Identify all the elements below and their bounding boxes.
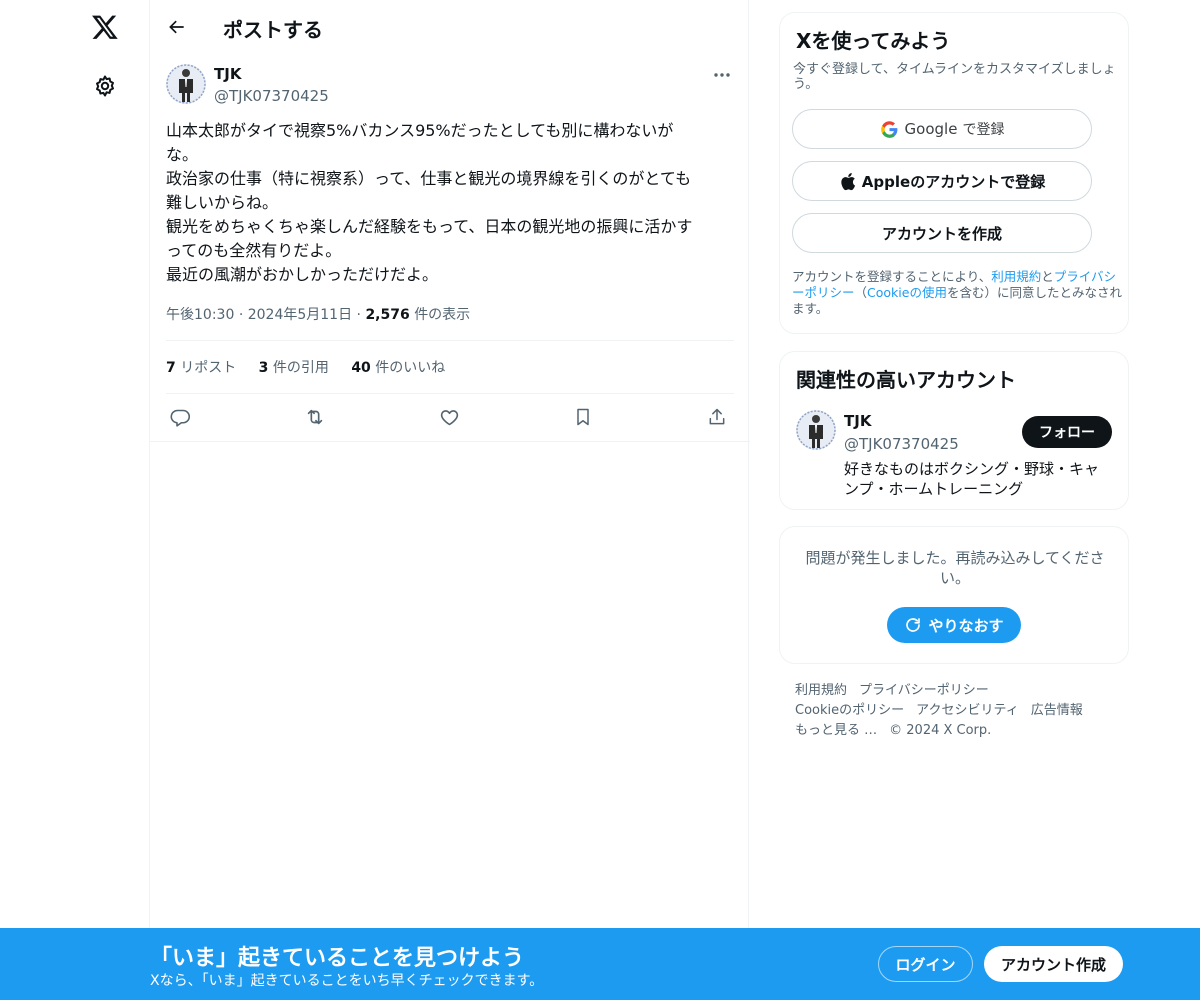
quotes-stat[interactable]: 3 件の引用 <box>259 360 329 376</box>
divider <box>166 340 734 341</box>
signup-card: Xを使ってみよう 今すぐ登録して、タイムラインをカスタマイズしましょう。 Goo… <box>779 12 1129 334</box>
create-account-button[interactable]: アカウントを作成 <box>792 213 1092 253</box>
terms-text: アカウントを登録することにより、 <box>792 269 992 284</box>
x-logo-icon[interactable] <box>88 10 122 44</box>
footer-link-accessibility[interactable]: アクセシビリティ <box>916 703 1019 718</box>
copyright: © 2024 X Corp. <box>889 723 992 738</box>
back-arrow-icon[interactable] <box>164 14 190 40</box>
reply-icon[interactable] <box>166 403 194 431</box>
footer-link-ads[interactable]: 広告情報 <box>1031 703 1083 718</box>
related-accounts-card: 関連性の高いアカウント TJK @TJK07370425 好きなものはボクシング… <box>779 351 1129 510</box>
post-text-line: 観光をめちゃくちゃ楽しんだ経験をもって、日本の観光地の振興に活かす <box>166 217 693 236</box>
meta-separator: · <box>356 307 361 323</box>
related-account-bio: 好きなものはボクシング・野球・キャンプ・ホームトレーニング <box>844 460 1100 498</box>
quotes-label: 件の引用 <box>272 360 329 376</box>
post-actions <box>166 403 734 431</box>
more-options-icon[interactable] <box>708 64 736 86</box>
bookmark-icon[interactable] <box>569 403 597 431</box>
error-card: 問題が発生しました。再読み込みしてください。 やりなおす <box>779 526 1129 664</box>
related-card-title: 関連性の高いアカウント <box>796 368 1016 392</box>
post-time[interactable]: 午後10:30 <box>166 307 234 323</box>
post-text-line: 難しいからね。 <box>166 193 279 212</box>
divider <box>166 393 734 394</box>
left-navigation <box>0 0 150 1000</box>
terms-text: と <box>1041 269 1054 284</box>
retry-label: やりなおす <box>928 616 1004 635</box>
signup-subtitle: 今すぐ登録して、タイムラインをカスタマイズしましょう。 <box>793 62 1116 92</box>
google-signup-button[interactable]: Google で登録 <box>792 109 1092 149</box>
apple-signup-button[interactable]: Appleのアカウントで登録 <box>792 161 1092 201</box>
settings-gear-icon[interactable] <box>91 72 119 100</box>
footer-link-terms[interactable]: 利用規約 <box>795 683 847 698</box>
post-meta: 午後10:30 · 2024年5月11日 · 2,576 件の表示 <box>166 304 470 324</box>
views-count: 2,576 <box>365 307 410 323</box>
page-header: ポストする <box>150 0 750 53</box>
post-text-line: ってのも全然有りだよ。 <box>166 241 342 260</box>
footer-link-cookie[interactable]: Cookieのポリシー <box>795 703 904 718</box>
reposts-label: リポスト <box>180 360 237 376</box>
apple-signup-label: Appleのアカウントで登録 <box>861 172 1046 191</box>
post-text-line: な。 <box>166 145 199 164</box>
signup-button[interactable]: アカウント作成 <box>984 946 1123 982</box>
post-stats: 7 リポスト 3 件の引用 40 件のいいね <box>166 357 463 377</box>
author-name[interactable]: TJK <box>214 65 241 83</box>
cookie-link[interactable]: Cookieの使用 <box>867 285 947 300</box>
refresh-icon <box>904 616 922 634</box>
related-account-name[interactable]: TJK <box>844 412 871 430</box>
repost-icon[interactable] <box>301 403 329 431</box>
post-date[interactable]: 2024年5月11日 <box>248 307 352 323</box>
follow-button[interactable]: フォロー <box>1022 416 1112 448</box>
reposts-stat[interactable]: 7 リポスト <box>166 360 236 376</box>
google-suffix: で登録 <box>962 122 1005 138</box>
likes-label: 件のいいね <box>375 360 446 376</box>
divider <box>150 441 750 442</box>
like-heart-icon[interactable] <box>435 403 463 431</box>
google-label: Google <box>904 120 958 138</box>
main-column: ポストする TJK @TJK07370425 山本太郎がタイで視察5%バカンス9… <box>149 0 750 1000</box>
author-handle[interactable]: @TJK07370425 <box>214 87 329 105</box>
likes-count: 40 <box>351 360 371 376</box>
post-text-line: 最近の風潮がおかしかっただけだよ。 <box>166 265 439 284</box>
terms-notice: アカウントを登録することにより、利用規約とプライバシーポリシー（Cookieの使… <box>792 269 1122 317</box>
bottom-bar-title: 「いま」起きていることを見つけよう <box>150 946 525 971</box>
post-author: TJK @TJK07370425 <box>166 64 736 108</box>
apple-icon <box>839 172 856 191</box>
bottom-signup-bar: 「いま」起きていることを見つけよう Xなら、「いま」起きていることをいち早くチェ… <box>0 928 1200 1000</box>
post-text: 山本太郎がタイで視察5%バカンス95%だったとしても別に構わないが な。 政治家… <box>166 119 732 287</box>
footer-link-privacy[interactable]: プライバシーポリシー <box>859 683 989 698</box>
quotes-count: 3 <box>258 360 269 376</box>
terms-text: （ <box>854 285 868 300</box>
likes-stat[interactable]: 40 件のいいね <box>351 360 445 376</box>
create-account-label: アカウントを作成 <box>881 224 1002 243</box>
related-account-handle[interactable]: @TJK07370425 <box>844 435 959 453</box>
retry-button[interactable]: やりなおす <box>887 607 1021 643</box>
meta-separator: · <box>238 307 244 323</box>
footer-link-more[interactable]: もっと見る … <box>795 723 877 738</box>
post-text-line: 山本太郎がタイで視察5%バカンス95%だったとしても別に構わないが <box>166 121 674 140</box>
post-text-line: 政治家の仕事（特に視察系）って、仕事と観光の境界線を引くのがとても <box>166 169 692 188</box>
page-title: ポストする <box>223 18 323 42</box>
views-label: 件の表示 <box>414 307 471 323</box>
avatar[interactable] <box>166 64 206 104</box>
share-icon[interactable] <box>703 403 731 431</box>
bottom-bar-subtitle: Xなら、「いま」起きていることをいち早くチェックできます。 <box>150 973 544 989</box>
google-icon <box>880 120 899 139</box>
error-message: 問題が発生しました。再読み込みしてください。 <box>805 549 1105 587</box>
login-button[interactable]: ログイン <box>878 946 973 982</box>
footer-links: 利用規約 プライバシーポリシー Cookieのポリシー アクセシビリティ 広告情報 も… <box>795 681 1115 741</box>
signup-card-title: Xを使ってみよう <box>796 29 951 53</box>
avatar[interactable] <box>796 410 836 450</box>
reposts-count: 7 <box>166 360 176 376</box>
terms-link[interactable]: 利用規約 <box>991 269 1041 284</box>
